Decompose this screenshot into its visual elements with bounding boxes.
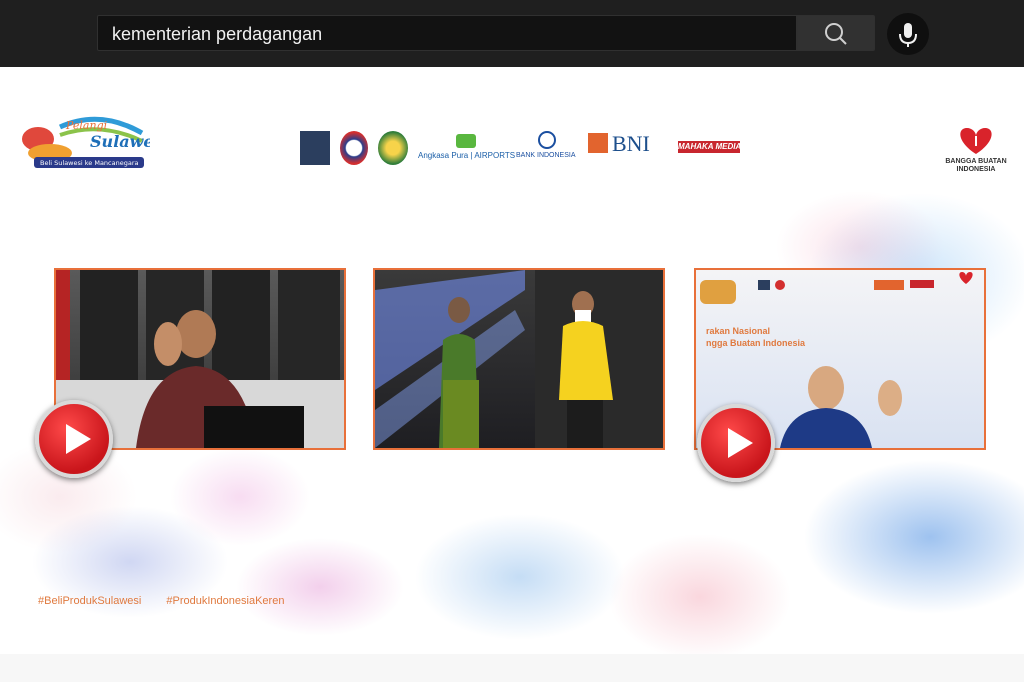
kemendag-logo — [300, 131, 330, 165]
svg-text:Pelangi: Pelangi — [65, 119, 107, 132]
play-button-1[interactable] — [35, 400, 113, 478]
voice-search-button[interactable] — [887, 13, 929, 55]
bottom-strip — [0, 654, 1024, 682]
round-emblem-logo — [340, 131, 368, 165]
search-input[interactable]: kementerian perdagangan — [97, 15, 797, 51]
microphone-icon — [899, 23, 917, 47]
heart-icon — [960, 128, 992, 154]
search-query-text: kementerian perdagangan — [112, 24, 323, 44]
play-icon — [66, 424, 91, 454]
bank-indonesia-text: BANK INDONESIA — [516, 152, 576, 159]
mahaka-media-logo: MAHAKA MEDIA — [678, 131, 740, 165]
video-thumbnail-2[interactable] — [373, 268, 665, 450]
search-icon — [825, 23, 847, 45]
svg-text:Sulawesi: Sulawesi — [90, 132, 150, 151]
bni-text: BNI — [612, 131, 650, 156]
sponsor-logos: Angkasa Pura | AIRPORTS BANK INDONESIA B… — [300, 131, 740, 167]
pelangi-sulawesi-logo: Pelangi Sulawesi Beli Sulawesi ke Mancan… — [20, 107, 169, 177]
overlay-text-line2: ngga Buatan Indonesia — [706, 338, 806, 348]
bank-indonesia-logo: BANK INDONESIA — [516, 131, 580, 165]
angkasa-pura-logo: Angkasa Pura | AIRPORTS — [418, 131, 515, 165]
hosts-scene — [375, 270, 663, 448]
bangga-buatan-text: BANGGA BUATAN INDONESIA — [945, 158, 1007, 173]
bangga-buatan-indonesia-logo: BANGGA BUATAN INDONESIA — [943, 122, 1009, 182]
video-stage[interactable]: Pelangi Sulawesi Beli Sulawesi ke Mancan… — [0, 67, 1024, 654]
overlay-text-line1: rakan Nasional — [706, 326, 771, 336]
bni-logo: BNI — [588, 131, 668, 165]
hashtags: #BeliProdukSulawesi #ProdukIndonesiaKere… — [38, 595, 306, 607]
top-bar: kementerian perdagangan — [0, 0, 1024, 67]
play-icon — [728, 428, 753, 458]
hashtag-1: #BeliProdukSulawesi — [38, 595, 142, 607]
svg-text:Beli Sulawesi ke Mancanegara: Beli Sulawesi ke Mancanegara — [40, 159, 139, 167]
play-button-3[interactable] — [697, 404, 775, 482]
mahaka-text: MAHAKA MEDIA — [678, 141, 740, 153]
search-button[interactable] — [797, 15, 875, 51]
provincial-emblem-logo — [378, 131, 408, 165]
event-logo-graphic: Pelangi Sulawesi Beli Sulawesi ke Mancan… — [22, 116, 169, 168]
hashtag-2: #ProdukIndonesiaKeren — [166, 595, 285, 607]
angkasa-pura-text: Angkasa Pura | AIRPORTS — [418, 151, 516, 160]
